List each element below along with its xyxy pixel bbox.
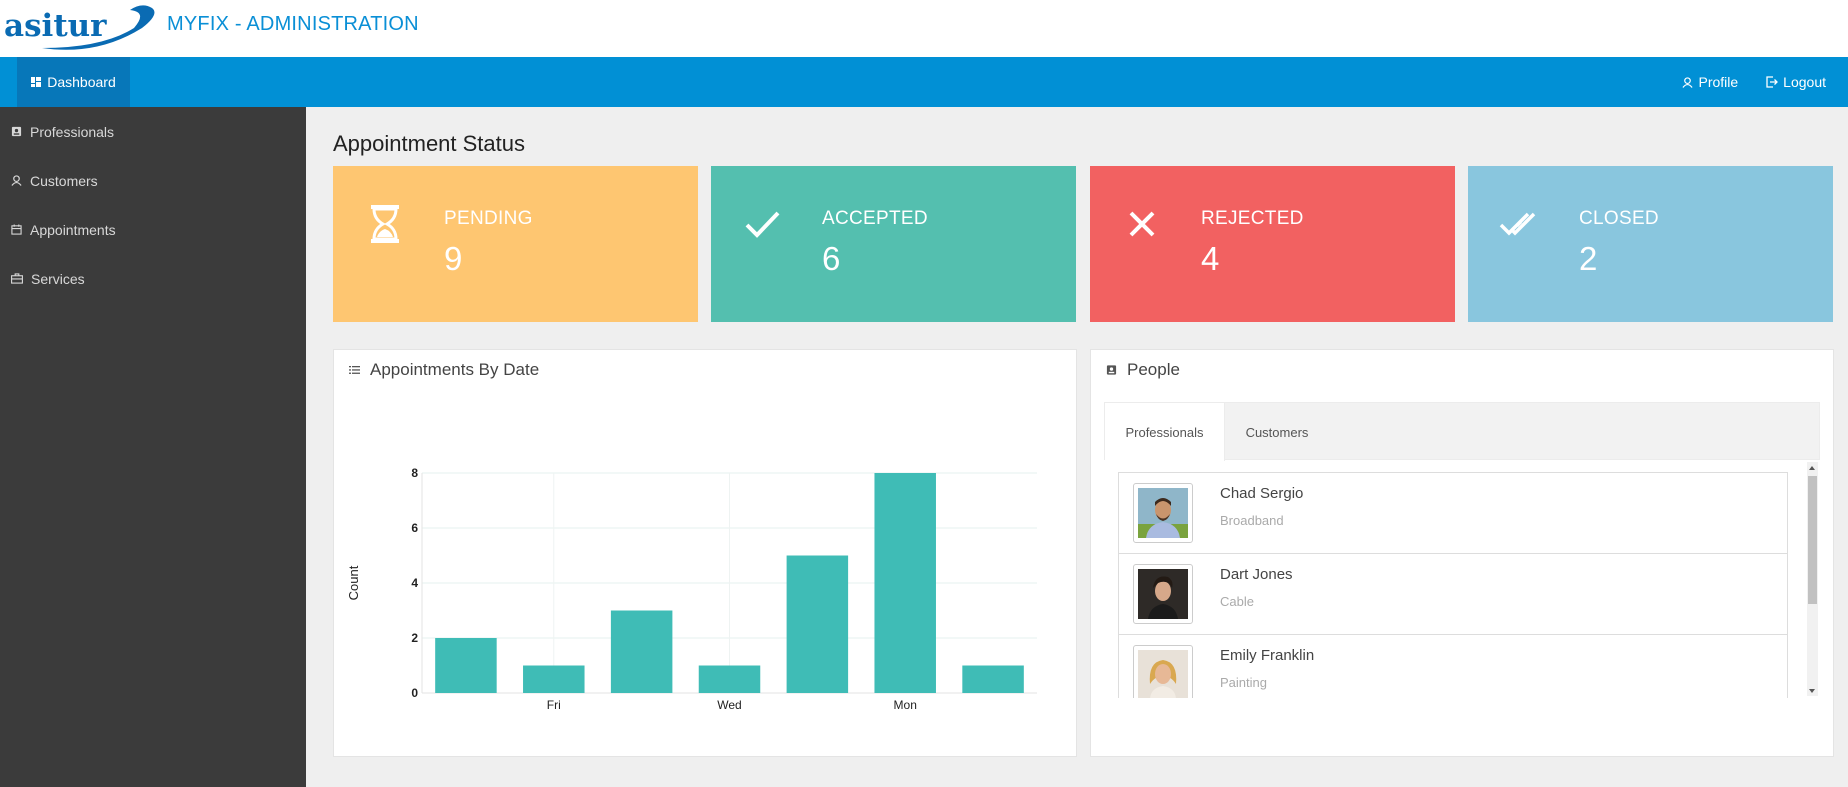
avatar xyxy=(1133,645,1193,698)
status-card-pending: PENDING 9 xyxy=(333,166,698,322)
check-icon xyxy=(745,211,780,238)
close-icon xyxy=(1129,211,1155,237)
person-photo xyxy=(1138,650,1188,698)
person-service: Painting xyxy=(1220,675,1267,690)
dashboard-icon xyxy=(31,77,42,87)
hourglass-icon xyxy=(371,205,399,243)
nav-dashboard-label: Dashboard xyxy=(47,74,116,90)
sidebar-item-professionals[interactable]: Professionals xyxy=(0,107,306,156)
people-list-scroll[interactable]: Chad Sergio Broadband Dart Jones Cable E… xyxy=(1104,460,1820,698)
user-icon xyxy=(11,175,22,186)
list-item[interactable]: Chad Sergio Broadband xyxy=(1119,473,1787,554)
calendar-icon xyxy=(11,224,22,235)
id-badge-icon xyxy=(11,126,22,137)
logo-text: asitur xyxy=(4,8,107,44)
chart-bar xyxy=(523,665,585,693)
x-tick-label: Mon xyxy=(894,698,917,712)
sidebar-item-appointments[interactable]: Appointments xyxy=(0,205,306,254)
nav-logout-label: Logout xyxy=(1783,74,1826,90)
appointments-bar-chart: 02468FriWedMonDayCount xyxy=(346,466,1037,712)
double-check-icon xyxy=(1499,212,1536,236)
appointments-chart-panel: Appointments By Date 02468FriWedMonDayCo… xyxy=(333,349,1077,757)
person-name: Emily Franklin xyxy=(1220,647,1315,664)
status-count: 6 xyxy=(822,240,841,277)
status-card-rejected: REJECTED 4 xyxy=(1090,166,1455,322)
scroll-up-arrow-icon[interactable] xyxy=(1809,466,1815,470)
chart-bar xyxy=(435,638,497,693)
sidebar-item-services[interactable]: Services xyxy=(0,254,306,303)
status-count: 4 xyxy=(1201,240,1220,277)
chart-bar xyxy=(962,665,1024,693)
nav-logout[interactable]: Logout xyxy=(1766,74,1826,90)
x-tick-label: Fri xyxy=(547,698,561,712)
status-card-closed: CLOSED 2 xyxy=(1468,166,1833,322)
avatar xyxy=(1133,483,1193,543)
avatar xyxy=(1133,564,1193,624)
person-service: Cable xyxy=(1220,594,1254,609)
chart-bar xyxy=(698,665,761,693)
tab-professionals[interactable]: Professionals xyxy=(1105,403,1225,461)
app-title: MYFIX - ADMINISTRATION xyxy=(167,13,419,35)
person-service: Broadband xyxy=(1220,513,1284,528)
status-label: CLOSED xyxy=(1579,208,1659,229)
person-name: Chad Sergio xyxy=(1220,485,1304,502)
nav-profile-label: Profile xyxy=(1698,74,1739,90)
tab-customers[interactable]: Customers xyxy=(1225,403,1329,461)
people-list-scrollbar[interactable] xyxy=(1807,462,1818,696)
y-tick-label: 2 xyxy=(411,631,418,645)
briefcase-icon xyxy=(11,273,23,284)
y-tick-label: 0 xyxy=(411,686,418,700)
status-label: REJECTED xyxy=(1201,208,1304,229)
sidebar-item-label: Appointments xyxy=(30,221,116,238)
sidebar-item-customers[interactable]: Customers xyxy=(0,156,306,205)
id-badge-icon xyxy=(1106,365,1117,375)
scrollbar-thumb[interactable] xyxy=(1808,476,1817,604)
status-card-accepted: ACCEPTED 6 xyxy=(711,166,1076,322)
y-tick-label: 4 xyxy=(411,576,418,590)
y-tick-label: 6 xyxy=(411,521,418,535)
sidebar-item-label: Professionals xyxy=(30,123,115,140)
people-panel-title: People xyxy=(1127,360,1180,379)
chart-bar xyxy=(874,473,936,693)
status-count: 2 xyxy=(1579,240,1598,277)
status-count: 9 xyxy=(444,240,463,277)
status-label: ACCEPTED xyxy=(822,208,928,229)
sidebar: Professionals Customers Appointments Ser… xyxy=(0,107,306,787)
nav-profile[interactable]: Profile xyxy=(1682,74,1738,90)
people-tabs: Professionals Customers xyxy=(1104,402,1820,461)
page-title: Appointment Status xyxy=(333,131,526,156)
people-panel: People Professionals Customers Chad Serg… xyxy=(1090,349,1834,757)
user-icon xyxy=(1682,76,1694,88)
chart-panel-title: Appointments By Date xyxy=(370,360,540,379)
y-axis-title: Count xyxy=(346,565,361,600)
x-tick-label: Wed xyxy=(717,698,741,712)
sidebar-item-label: Services xyxy=(31,270,85,287)
nav-dashboard[interactable]: Dashboard xyxy=(17,57,130,107)
person-photo xyxy=(1138,569,1188,619)
sidebar-item-label: Customers xyxy=(30,172,98,189)
people-list: Chad Sergio Broadband Dart Jones Cable E… xyxy=(1118,472,1788,698)
status-label: PENDING xyxy=(444,208,533,229)
person-name: Dart Jones xyxy=(1220,566,1293,583)
chart-bar xyxy=(610,610,673,693)
top-header: asitur MYFIX - ADMINISTRATION xyxy=(0,0,1848,57)
list-item[interactable]: Emily Franklin Painting xyxy=(1119,635,1787,698)
list-icon xyxy=(349,366,360,374)
y-tick-label: 8 xyxy=(411,466,418,480)
asitur-logo[interactable]: asitur xyxy=(2,4,158,54)
main-navbar: Dashboard Profile Logout xyxy=(0,57,1848,107)
scroll-down-arrow-icon[interactable] xyxy=(1809,689,1815,693)
list-item[interactable]: Dart Jones Cable xyxy=(1119,554,1787,635)
chart-bar xyxy=(786,555,849,693)
logout-icon xyxy=(1766,76,1779,88)
person-photo xyxy=(1138,488,1188,538)
